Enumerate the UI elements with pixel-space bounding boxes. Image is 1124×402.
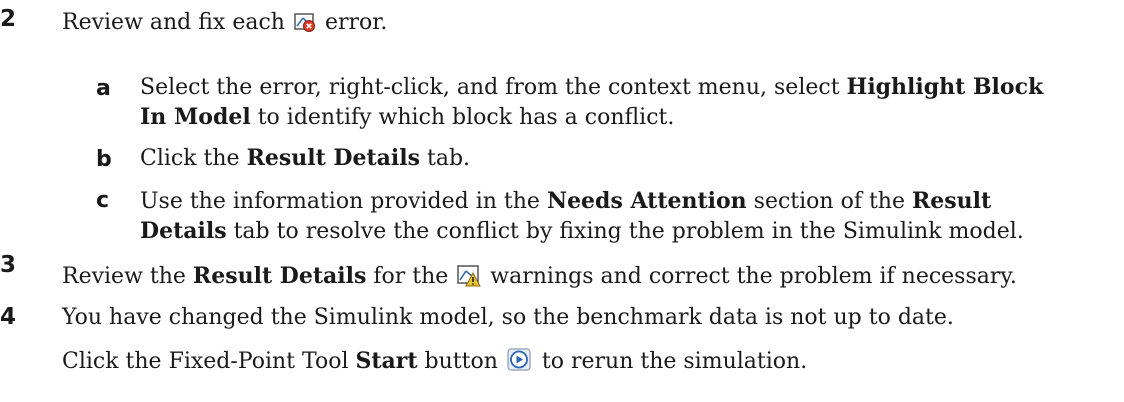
- substep-letter-a: a: [96, 76, 111, 101]
- result-details-label-2: Result Details: [192, 263, 367, 289]
- details-label: Details: [140, 218, 227, 244]
- error-icon: [294, 12, 316, 42]
- step-3-text-lead: Review the: [62, 264, 193, 289]
- substep-b-text: Click the: [140, 146, 247, 171]
- result-label: Result: [911, 188, 992, 214]
- step-4-line2: Click the Fixed-Point Tool Start button …: [62, 346, 807, 381]
- substep-a-text-tail: to identify which block has a conflict.: [250, 105, 675, 130]
- step-4-text-tail: to rerun the simulation.: [541, 349, 808, 374]
- highlight-block-label: Highlight Block: [846, 74, 1044, 100]
- step-4-text-mid: button: [417, 349, 498, 374]
- substep-c-text-mid: section of the: [746, 189, 912, 214]
- substep-c-line1: Use the information provided in the Need…: [140, 186, 991, 217]
- substep-b-line: Click the Result Details tab.: [140, 143, 470, 174]
- substep-c-text: Use the information provided in the: [140, 189, 547, 214]
- step-2-text-lead: Review and fix each: [62, 10, 285, 35]
- substep-a-line1: Select the error, right-click, and from …: [140, 72, 1043, 103]
- step-3-text-tail: warnings and correct the problem if nece…: [490, 264, 1017, 289]
- step-number-4: 4: [0, 304, 17, 330]
- substep-c-line2: Details tab to resolve the conflict by f…: [140, 216, 1024, 247]
- start-button-icon: [507, 348, 533, 381]
- substep-letter-b: b: [96, 147, 112, 172]
- substep-letter-c: c: [96, 188, 110, 213]
- step-2-text-tail: error.: [324, 10, 388, 35]
- step-number-2: 2: [0, 6, 17, 32]
- substep-c-text-tail: tab to resolve the conflict by fixing th…: [226, 219, 1024, 244]
- step-number-3: 3: [0, 252, 17, 278]
- substep-a-line2: In Model to identify which block has a c…: [140, 102, 674, 133]
- step-4-line1: You have changed the Simulink model, so …: [62, 305, 954, 330]
- needs-attention-label: Needs Attention: [546, 188, 747, 214]
- warning-icon: [457, 265, 482, 296]
- step-2-text: Review and fix each error.: [62, 8, 387, 42]
- substep-a-text: Select the error, right-click, and from …: [140, 75, 847, 100]
- step-3-text-mid: for the: [366, 264, 449, 289]
- substep-b-text-tail: tab.: [420, 146, 471, 171]
- result-details-label: Result Details: [246, 145, 421, 171]
- start-label: Start: [355, 348, 418, 374]
- in-model-label: In Model: [140, 104, 251, 130]
- step-4-text-lead: Click the Fixed-Point Tool: [62, 349, 356, 374]
- step-3-text: Review the Result Details for the warnin…: [62, 261, 1017, 296]
